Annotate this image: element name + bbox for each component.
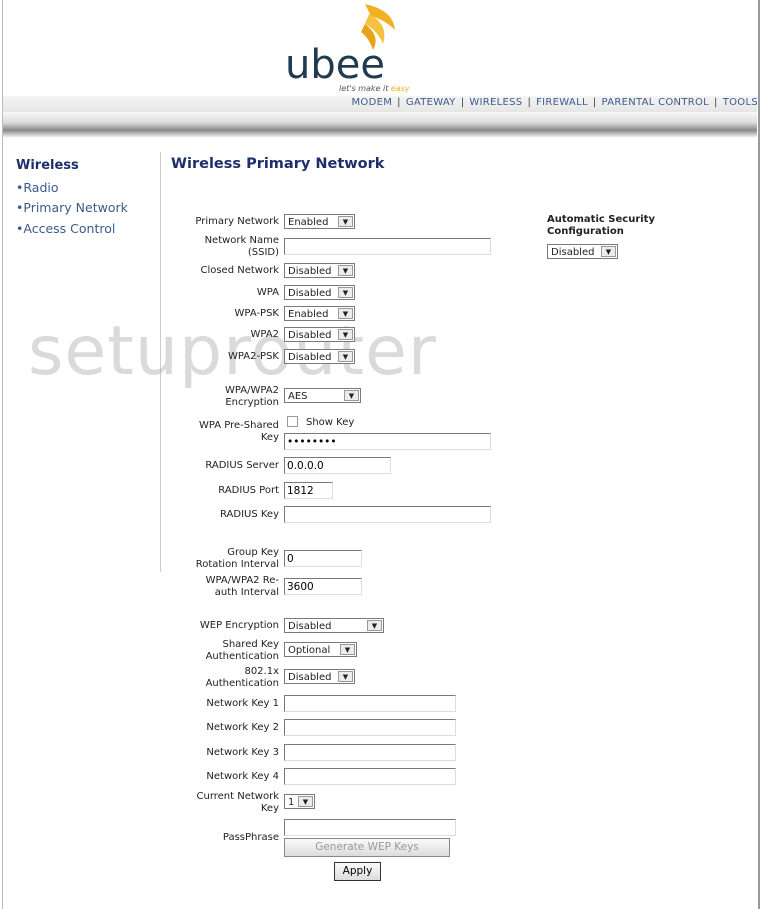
network-key-4-label: Network Key 4 — [206, 771, 279, 782]
network-key-4-input[interactable] — [284, 768, 456, 785]
network-key-3-input[interactable] — [284, 744, 456, 761]
ubee-logo: ubee let's make it easy — [285, 4, 410, 93]
shared-key-auth-select[interactable]: Optional ▼ — [284, 642, 357, 657]
network-key-1-input[interactable] — [284, 695, 456, 712]
nav-tools[interactable]: TOOLS — [723, 97, 758, 108]
radius-server-label: RADIUS Server — [205, 460, 279, 471]
svg-text:let's make it easy: let's make it easy — [339, 84, 410, 93]
primary-network-label: Primary Network — [195, 216, 279, 227]
chevron-down-icon: ▼ — [338, 329, 353, 340]
reauth-input[interactable] — [284, 578, 362, 595]
ssid-input[interactable] — [284, 238, 491, 255]
select-value: AES — [288, 391, 308, 402]
dot1x-auth-label: 802.1x Authentication — [205, 666, 279, 689]
wpa-psk-select[interactable]: Enabled ▼ — [284, 306, 355, 321]
encryption-label: WPA/WPA2 Encryption — [225, 385, 279, 408]
network-key-2-label: Network Key 2 — [206, 722, 279, 733]
select-value: Disabled — [288, 330, 332, 341]
chevron-down-icon: ▼ — [367, 620, 382, 631]
nav-gateway[interactable]: GATEWAY — [406, 97, 456, 108]
generate-wep-keys-button[interactable]: Generate WEP Keys — [284, 838, 450, 857]
show-key-checkbox[interactable] — [287, 416, 298, 427]
top-nav: MODEM | GATEWAY | WIRELESS | FIREWALL | PARENTAL… — [351, 97, 758, 108]
psk-label: WPA Pre-Shared Key — [198, 420, 279, 443]
radius-key-label: RADIUS Key — [219, 509, 279, 520]
radius-port-label: RADIUS Port — [218, 485, 279, 496]
network-key-2-input[interactable] — [284, 719, 456, 736]
chevron-down-icon: ▼ — [340, 644, 355, 655]
chevron-down-icon: ▼ — [338, 265, 353, 276]
nav-firewall[interactable]: FIREWALL — [536, 97, 588, 108]
wpa-select[interactable]: Disabled ▼ — [284, 285, 355, 300]
select-value: Enabled — [288, 217, 329, 228]
wpa2-psk-select[interactable]: Disabled ▼ — [284, 349, 355, 364]
encryption-select[interactable]: AES ▼ — [284, 388, 361, 403]
page-title: Wireless Primary Network — [171, 156, 385, 172]
wpa2-select[interactable]: Disabled ▼ — [284, 327, 355, 342]
nav-parental-control[interactable]: PARENTAL CONTROL — [602, 97, 710, 108]
sidebar-item-label: Access Control — [23, 221, 116, 236]
radius-server-input[interactable] — [284, 457, 391, 474]
select-value: Optional — [288, 645, 331, 656]
shared-key-auth-label: Shared Key Authentication — [205, 639, 279, 662]
chevron-down-icon: ▼ — [338, 351, 353, 362]
select-value: Disabled — [288, 352, 332, 363]
wpa2-psk-label: WPA2-PSK — [227, 351, 279, 362]
select-value: Disabled — [288, 621, 332, 632]
closed-network-label: Closed Network — [200, 265, 279, 276]
ssid-label: Network Name (SSID) — [204, 235, 279, 258]
radius-port-input[interactable] — [284, 482, 333, 499]
select-value: Disabled — [288, 672, 332, 683]
auto-security-select[interactable]: Disabled ▼ — [547, 244, 618, 259]
header-swoosh — [3, 112, 757, 138]
network-key-1-label: Network Key 1 — [206, 698, 279, 709]
chevron-down-icon: ▼ — [344, 390, 359, 401]
nav-modem[interactable]: MODEM — [352, 97, 393, 108]
radius-key-input[interactable] — [284, 506, 491, 523]
wep-encryption-select[interactable]: Disabled ▼ — [284, 618, 384, 633]
group-key-label: Group Key Rotation Interval — [195, 547, 279, 570]
wpa-psk-label: WPA-PSK — [234, 308, 279, 319]
chevron-down-icon: ▼ — [338, 671, 353, 682]
wpa-label: WPA — [256, 287, 279, 298]
sidebar-title: Wireless — [16, 158, 79, 173]
auto-security-label: Automatic Security Configuration — [547, 214, 655, 237]
sidebar-item-label: Primary Network — [23, 200, 128, 215]
sidebar-item-label: Radio — [23, 180, 59, 195]
svg-text:ubee: ubee — [285, 42, 385, 88]
reauth-label: WPA/WPA2 Re-auth Interval — [205, 575, 279, 598]
sidebar-item-radio[interactable]: •Radio — [16, 180, 59, 195]
chevron-down-icon: ▼ — [601, 246, 616, 257]
select-value: Enabled — [288, 309, 329, 320]
chevron-down-icon: ▼ — [298, 796, 313, 807]
wep-encryption-label: WEP Encryption — [199, 620, 279, 631]
network-key-3-label: Network Key 3 — [206, 747, 279, 758]
chevron-down-icon: ▼ — [338, 308, 353, 319]
wpa2-label: WPA2 — [250, 329, 279, 340]
select-value: Disabled — [288, 266, 332, 277]
select-value: 1 — [288, 797, 295, 808]
sidebar-item-access-control[interactable]: •Access Control — [16, 221, 115, 236]
current-key-label: Current Network Key — [196, 791, 280, 814]
select-value: Disabled — [551, 247, 595, 258]
select-value: Disabled — [288, 288, 332, 299]
chevron-down-icon: ▼ — [338, 216, 353, 227]
apply-button[interactable]: Apply — [334, 862, 381, 881]
nav-wireless[interactable]: WIRELESS — [469, 97, 522, 108]
passphrase-input[interactable] — [284, 819, 456, 836]
primary-network-select[interactable]: Enabled ▼ — [284, 214, 355, 229]
current-key-select[interactable]: 1 ▼ — [284, 794, 315, 809]
group-key-input[interactable] — [284, 550, 362, 567]
closed-network-select[interactable]: Disabled ▼ — [284, 263, 355, 278]
sidebar-item-primary-network[interactable]: •Primary Network — [16, 200, 128, 215]
passphrase-label: PassPhrase — [222, 832, 279, 843]
chevron-down-icon: ▼ — [338, 287, 353, 298]
dot1x-auth-select[interactable]: Disabled ▼ — [284, 669, 355, 684]
show-key-label: Show Key — [306, 417, 355, 428]
psk-input[interactable] — [284, 433, 491, 450]
